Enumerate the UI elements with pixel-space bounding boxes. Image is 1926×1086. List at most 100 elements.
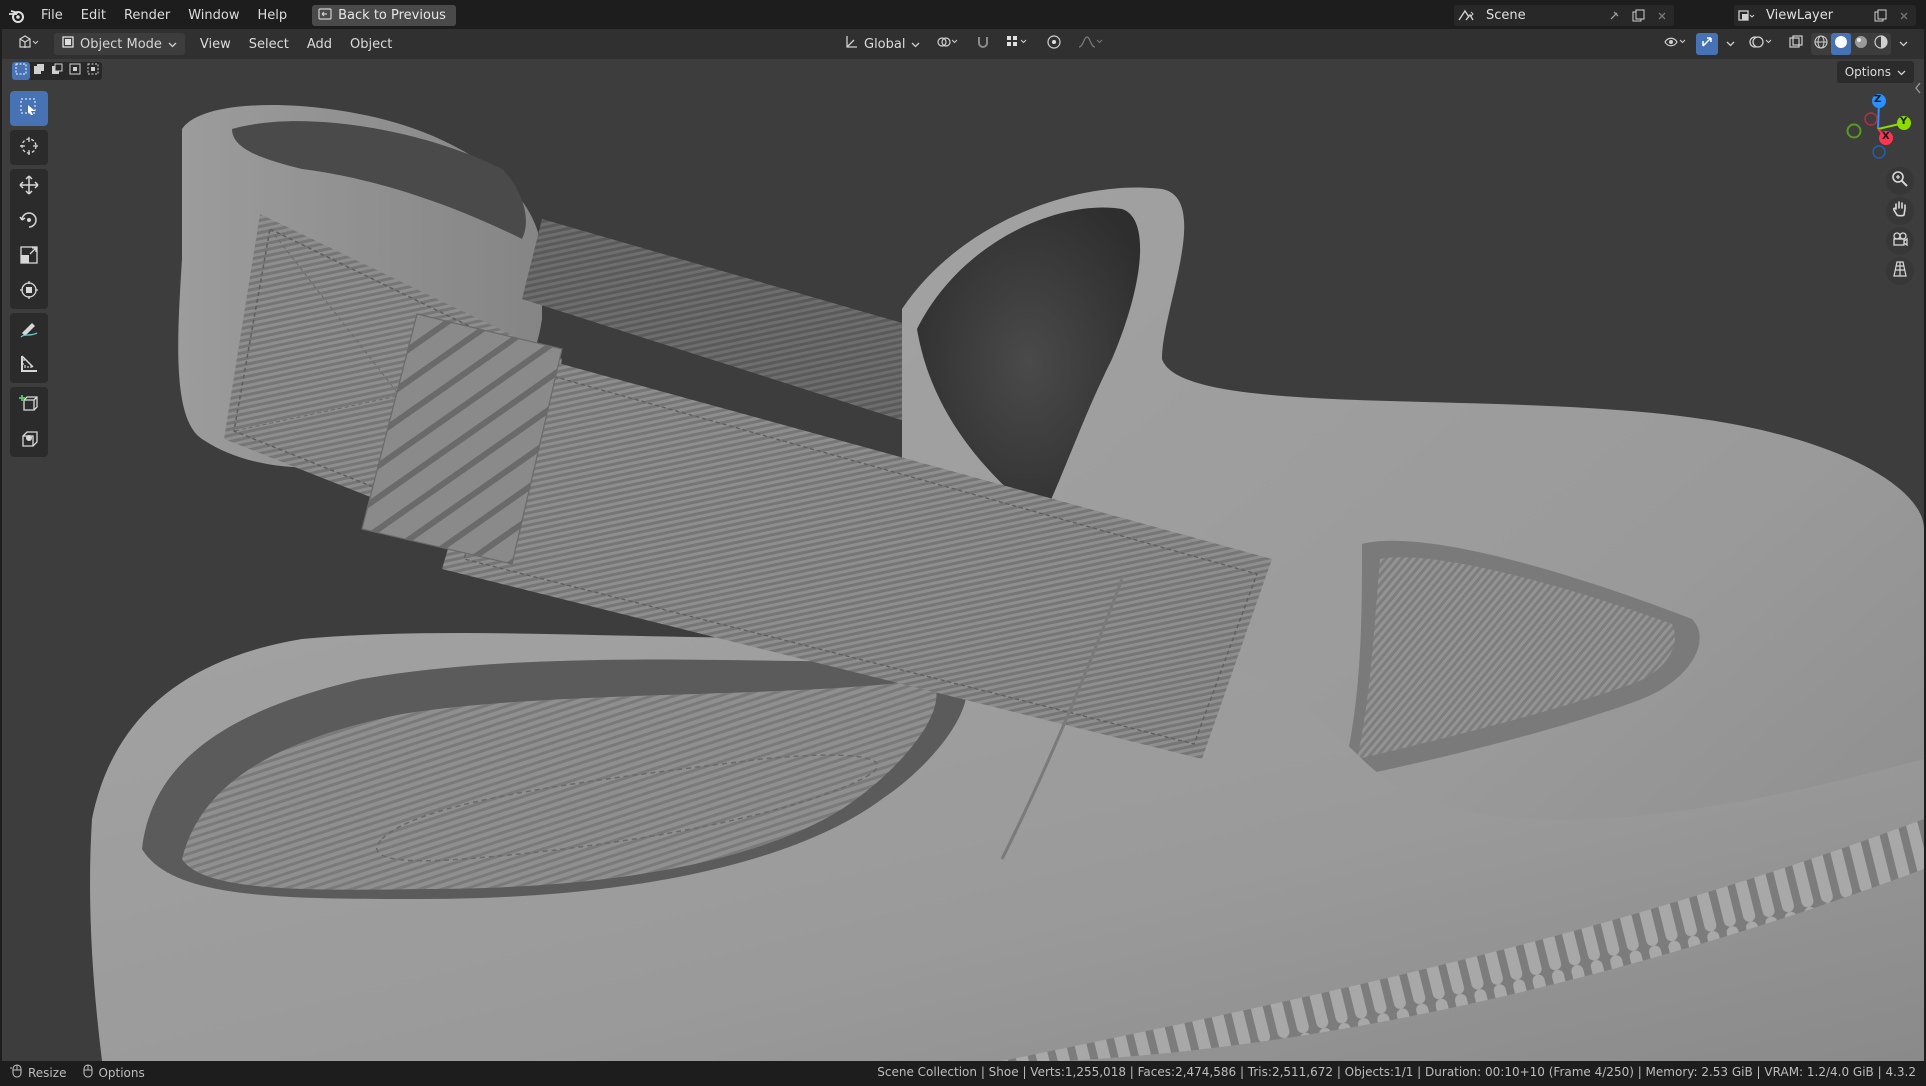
rendered-sphere-icon <box>1874 35 1888 53</box>
menu-view[interactable]: View <box>191 37 240 52</box>
pivot-icon <box>936 35 960 53</box>
eye-selectable-icon <box>1664 35 1688 53</box>
menu-add[interactable]: Add <box>298 37 341 52</box>
select-new-icon <box>15 63 27 79</box>
snap-target-dropdown[interactable] <box>1000 33 1036 55</box>
select-invert-icon <box>69 63 81 79</box>
scene-selector[interactable]: Scene <box>1454 5 1674 26</box>
menu-window[interactable]: Window <box>179 2 248 29</box>
shading-modes <box>1811 33 1891 55</box>
status-hints: Resize Options <box>2 1064 155 1081</box>
view-layer-name-field[interactable]: ViewLayer <box>1758 8 1868 23</box>
editor-type-button[interactable] <box>12 33 46 55</box>
delete-scene-icon[interactable] <box>1650 5 1674 26</box>
scene-name-field[interactable]: Scene <box>1478 8 1602 23</box>
annotate-tool[interactable] <box>10 313 48 348</box>
menu-file[interactable]: File <box>32 2 72 29</box>
chevron-down-icon <box>1897 65 1906 79</box>
select-new-button[interactable] <box>12 62 30 80</box>
solid-sphere-icon <box>1834 35 1848 53</box>
status-hint-options: Options <box>82 1064 145 1081</box>
cursor-tool[interactable] <box>10 130 48 165</box>
camera-view-button[interactable] <box>1886 227 1914 255</box>
status-hint-options-label: Options <box>98 1065 145 1080</box>
back-to-previous-button[interactable]: Back to Previous <box>312 5 456 26</box>
shading-options-dropdown[interactable] <box>1893 33 1914 55</box>
new-scene-icon[interactable] <box>1626 5 1650 26</box>
viewport-header: Object Mode View Select Add Object Globa… <box>2 29 1924 59</box>
options-label: Options <box>1844 65 1891 79</box>
rotate-tool[interactable] <box>10 204 48 239</box>
view-layer-icon[interactable] <box>1734 5 1758 26</box>
add-object-tool[interactable] <box>10 422 48 457</box>
selection-mode-buttons <box>12 62 102 80</box>
add-cube-tool[interactable] <box>10 387 48 422</box>
measure-tool[interactable] <box>10 348 48 383</box>
proportional-edit-toggle[interactable] <box>1040 33 1068 55</box>
delete-view-layer-icon[interactable] <box>1892 5 1916 26</box>
transform-orientation-dropdown[interactable]: Global <box>838 33 926 55</box>
shading-material-button[interactable] <box>1851 33 1871 55</box>
select-invert-button[interactable] <box>66 62 84 80</box>
wireframe-sphere-icon <box>1814 35 1828 53</box>
3d-viewport-icon <box>18 35 40 53</box>
xray-toggle[interactable] <box>1783 33 1809 55</box>
object-mode-dropdown[interactable]: Object Mode <box>54 33 185 55</box>
scale-tool[interactable] <box>10 239 48 274</box>
menu-object[interactable]: Object <box>341 37 401 52</box>
proportional-edit-icon <box>1046 34 1062 54</box>
gizmo-dropdown[interactable] <box>1720 33 1741 55</box>
select-subtract-button[interactable] <box>48 62 66 80</box>
3d-cursor-icon <box>19 136 39 160</box>
rotate-icon <box>19 210 39 234</box>
gizmo-y-label: Y <box>1900 116 1908 127</box>
move-arrows-icon <box>19 174 39 199</box>
mouse-drag-icon <box>10 1064 24 1081</box>
scene-icon[interactable] <box>1454 5 1478 26</box>
proportional-falloff-dropdown[interactable] <box>1072 33 1110 55</box>
move-tool[interactable] <box>10 169 48 204</box>
top-bar: File Edit Render Window Help Back to Pre… <box>2 2 1924 29</box>
navigation-gizmo[interactable]: Z Y X <box>1838 89 1918 169</box>
tool-group-cursor <box>10 130 48 165</box>
add-object-icon <box>19 428 39 452</box>
shading-wireframe-button[interactable] <box>1811 33 1831 55</box>
shoe-model-render <box>2 59 1924 1061</box>
pivot-point-dropdown[interactable] <box>930 33 966 55</box>
menu-edit[interactable]: Edit <box>72 2 115 29</box>
select-box-tool[interactable] <box>10 91 48 126</box>
blender-window: File Edit Render Window Help Back to Pre… <box>2 2 1924 1084</box>
chevron-down-icon <box>168 37 177 52</box>
shading-rendered-button[interactable] <box>1871 33 1891 55</box>
sidebar-toggle-arrow[interactable] <box>1914 81 1922 95</box>
viewport-display-tools <box>1658 33 1914 55</box>
pan-button[interactable] <box>1886 197 1914 225</box>
zoom-button[interactable] <box>1886 167 1914 195</box>
snap-toggle[interactable] <box>970 33 996 55</box>
perspective-toggle-button[interactable] <box>1886 257 1914 285</box>
visibility-dropdown[interactable] <box>1658 33 1694 55</box>
new-view-layer-icon[interactable] <box>1868 5 1892 26</box>
camera-icon <box>1891 230 1909 252</box>
view-layer-selector[interactable]: ViewLayer <box>1734 5 1916 26</box>
gizmo-toggle[interactable] <box>1696 33 1718 55</box>
menu-select[interactable]: Select <box>240 37 298 52</box>
transform-tool[interactable] <box>10 274 48 309</box>
menu-help[interactable]: Help <box>249 2 297 29</box>
tool-group-annotate <box>10 313 48 383</box>
overlays-toggle[interactable] <box>1743 33 1781 55</box>
tool-shelf <box>10 91 48 461</box>
pin-icon[interactable] <box>1602 5 1626 26</box>
select-intersect-button[interactable] <box>84 62 102 80</box>
select-extend-button[interactable] <box>30 62 48 80</box>
grid-perspective-icon <box>1891 260 1909 282</box>
shading-solid-button[interactable] <box>1831 33 1851 55</box>
viewport-options-dropdown[interactable]: Options <box>1836 61 1914 83</box>
material-sphere-icon <box>1854 35 1868 53</box>
blender-logo-icon[interactable] <box>2 2 32 29</box>
menu-render[interactable]: Render <box>115 2 179 29</box>
overlays-icon <box>1749 35 1775 53</box>
chevron-down-icon <box>911 37 920 52</box>
3d-viewport[interactable]: Options Z Y X <box>2 59 1924 1061</box>
magnet-icon <box>976 35 990 53</box>
